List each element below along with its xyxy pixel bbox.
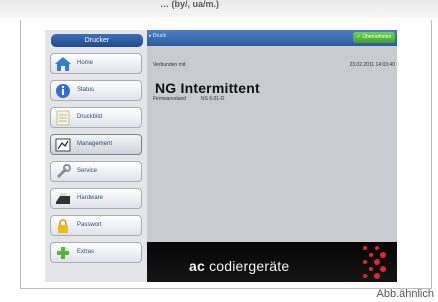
connected-label: Verbunden mit [153, 62, 186, 68]
top-caption: … (by/, ua/m.) [160, 0, 220, 9]
sidebar-item-status[interactable]: Status [50, 80, 142, 101]
plus-icon [57, 247, 69, 259]
firmware-value: NS 6.01-D [201, 96, 225, 102]
sidebar-item-hardware[interactable]: Hardware [50, 188, 142, 209]
brand-footer: ac codiergeräte [147, 242, 397, 282]
sidebar-header: Drucker [51, 34, 143, 47]
sidebar-item-label: Status [77, 87, 95, 93]
sidebar-item-label: Passwort [77, 222, 102, 228]
main-topbar: ▸ Druck ✓ Übernehmen [147, 30, 397, 46]
brand-prefix: ac [189, 258, 205, 274]
back-link[interactable]: ▸ Druck [149, 32, 166, 40]
brand-text: codiergeräte [204, 258, 290, 274]
content-panel: Verbunden mit 23.02.2011 14:03:40 NG Int… [147, 46, 397, 242]
sidebar-item-passwort[interactable]: Passwort [50, 215, 142, 236]
sidebar-item-label: Home [77, 60, 94, 66]
firmware-label: Firmwarestand [153, 96, 187, 102]
apply-button[interactable]: ✓ Übernehmen [353, 32, 395, 43]
wrench-icon [56, 164, 71, 179]
document-icon [56, 110, 70, 126]
management-icon [55, 138, 71, 152]
sidebar-item-label: Druckbild [77, 114, 103, 120]
sidebar-item-label: Extras [77, 249, 95, 255]
sidebar: Drucker Home Status Druckbild Management… [45, 30, 147, 282]
sidebar-item-label: Management [77, 141, 113, 147]
sidebar-item-druckbild[interactable]: Druckbild [50, 107, 142, 128]
device-screen: Drucker Home Status Druckbild Management… [45, 30, 397, 282]
brand-name: ac codiergeräte [189, 258, 289, 274]
info-icon [56, 84, 70, 98]
main-panel: ▸ Druck ✓ Übernehmen Verbunden mit 23.02… [147, 30, 397, 282]
image-caption: Abb.ähnlich [376, 288, 435, 300]
printer-icon [56, 193, 70, 204]
timestamp: 23.02.2011 14:03:40 [349, 62, 395, 68]
sidebar-item-label: Service [77, 168, 98, 174]
sidebar-item-extras[interactable]: Extras [50, 242, 142, 263]
sidebar-item-label: Hardware [77, 195, 104, 201]
top-strip: … (by/, ua/m.) [0, 0, 438, 18]
device-name: NG Intermittent [155, 80, 260, 96]
home-icon [55, 57, 71, 71]
logo-dots-icon [363, 246, 386, 279]
sidebar-item-home[interactable]: Home [50, 53, 142, 74]
sidebar-item-management[interactable]: Management [50, 134, 142, 155]
lock-icon [58, 219, 68, 233]
sidebar-item-service[interactable]: Service [50, 161, 142, 182]
